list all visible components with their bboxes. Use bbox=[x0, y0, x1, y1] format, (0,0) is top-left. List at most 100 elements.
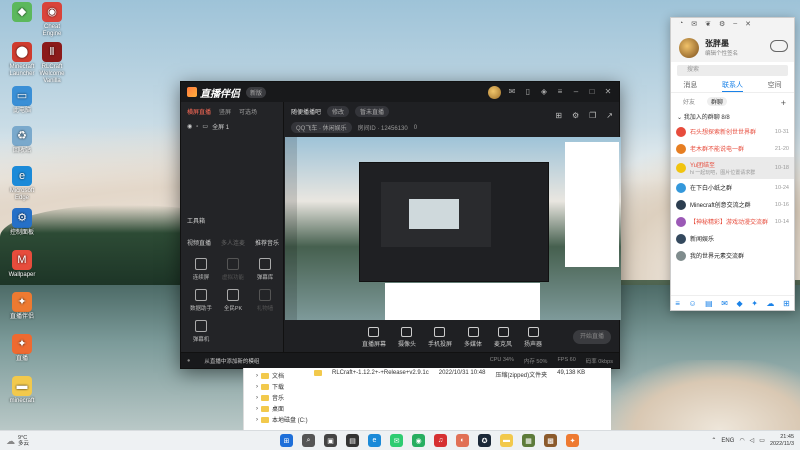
add-icon[interactable]: + bbox=[781, 98, 786, 108]
group-section[interactable]: ⌄ 我加入的群聊 8/8 bbox=[671, 110, 794, 123]
star-icon[interactable]: ✦ bbox=[751, 299, 758, 308]
chevron-right-icon[interactable]: › bbox=[256, 395, 258, 401]
toolbox-tab[interactable]: 多人连麦 bbox=[221, 238, 245, 247]
taskbar-app-icon[interactable]: ✦ bbox=[566, 434, 579, 447]
source-control[interactable]: 手机投屏 bbox=[428, 326, 452, 348]
source-control[interactable]: 扬声器 bbox=[524, 326, 542, 348]
desktop-icon[interactable]: ▬ minecraft bbox=[4, 376, 40, 405]
qq-search-input[interactable]: 搜索 bbox=[677, 65, 788, 76]
group-item[interactable]: 我的世界元素交流群 bbox=[671, 247, 794, 264]
category-select[interactable]: QQ飞车 · 休闲娱乐 bbox=[291, 122, 352, 133]
contacts-icon[interactable]: ☺ bbox=[688, 299, 696, 308]
lang-indicator[interactable]: ENG bbox=[721, 438, 734, 444]
scene-tab[interactable]: 横屏直播 bbox=[187, 107, 211, 116]
stream-preview[interactable] bbox=[285, 137, 621, 320]
taskbar-app-icon[interactable]: ✉ bbox=[390, 434, 403, 447]
qq-panel[interactable]: ◔ ✉ ❦ ⚙ – ✕ 张胖墨 编辑个性签名 搜索 消息 联系人 空间 好友 群聊 +… bbox=[670, 17, 795, 311]
volume-icon[interactable]: ◁ bbox=[750, 437, 755, 444]
desktop-icon[interactable]: ♻ 回收站 bbox=[4, 126, 40, 155]
user-avatar[interactable] bbox=[488, 85, 501, 99]
tool-button[interactable]: 全民PK bbox=[217, 289, 249, 312]
chevron-right-icon[interactable]: › bbox=[256, 406, 258, 412]
desktop-icon[interactable]: e Microsoft Edge bbox=[4, 166, 40, 202]
source-control[interactable]: 多媒体 bbox=[464, 326, 482, 348]
group-item[interactable]: Minecraft创意交流之群 10-16 bbox=[671, 196, 794, 213]
tool-button[interactable]: 数据助手 bbox=[185, 289, 217, 312]
source-control[interactable]: 直播屏幕 bbox=[362, 326, 386, 348]
desktop-icon[interactable]: ✦ 直播伴侣 bbox=[4, 292, 40, 321]
group-item[interactable]: 在下白小纸之群 10-24 bbox=[671, 179, 794, 196]
gift-icon[interactable]: ⊞ bbox=[555, 111, 562, 120]
tool-button[interactable]: 连续屏 bbox=[185, 258, 217, 281]
mail-icon[interactable]: ✉ bbox=[721, 299, 728, 308]
bird-icon[interactable]: ❦ bbox=[705, 20, 711, 28]
source-control[interactable]: 麦克风 bbox=[494, 326, 512, 348]
qq-signature[interactable]: 编辑个性签名 bbox=[705, 49, 738, 57]
taskbar-app-icon[interactable]: ⊞ bbox=[280, 434, 293, 447]
group-item[interactable]: 老木群不能说电一群 21-20 bbox=[671, 140, 794, 157]
qq-tab[interactable]: 消息 bbox=[683, 79, 697, 92]
toolbox-tab[interactable]: 推荐音乐 bbox=[255, 238, 279, 247]
chevron-right-icon[interactable]: › bbox=[256, 384, 258, 390]
tool-button[interactable]: 弹幕机 bbox=[185, 320, 217, 343]
phone-icon[interactable]: ▯ bbox=[523, 87, 533, 97]
desktop-icon[interactable]: ✦ 直播 bbox=[4, 334, 40, 363]
cloud-icon[interactable] bbox=[770, 40, 788, 52]
chevron-right-icon[interactable]: › bbox=[256, 417, 258, 423]
close-icon[interactable]: ✕ bbox=[745, 20, 751, 28]
weather-widget[interactable]: ☁ 9°C 多云 bbox=[6, 435, 29, 447]
taskbar-app-icon[interactable]: ▬ bbox=[500, 434, 513, 447]
explorer-nav-item[interactable]: › 音乐 bbox=[256, 392, 316, 403]
qq-tab[interactable]: 空间 bbox=[768, 79, 782, 92]
file-explorer-window[interactable]: › 文档 › 下载 › 音乐 › 桌面 › 本地磁盘 (C:) RLCraft+-1.12.2+-… bbox=[243, 368, 611, 430]
explorer-nav-item[interactable]: › 本地磁盘 (C:) bbox=[256, 414, 316, 425]
tool-button[interactable]: 礼物墙 bbox=[249, 289, 281, 312]
taskbar-app-icon[interactable]: ⌕ bbox=[302, 434, 315, 447]
chevron-right-icon[interactable]: › bbox=[256, 373, 258, 379]
bell-icon[interactable]: ◔ bbox=[679, 20, 683, 28]
tool-button[interactable]: 虚拟功能 bbox=[217, 258, 249, 281]
desktop-icon[interactable]: Ⅱ RLCraft Welcome Vanilla bbox=[34, 42, 70, 85]
taskbar-app-icon[interactable]: ◉ bbox=[412, 434, 425, 447]
game-icon[interactable]: ◆ bbox=[737, 299, 743, 308]
taskbar-app-icon[interactable]: ✪ bbox=[478, 434, 491, 447]
scene-row[interactable]: ◉ ▫ ▭ 全屏 1 bbox=[181, 119, 283, 134]
share-icon[interactable]: ↗ bbox=[606, 111, 613, 120]
wifi-icon[interactable]: ◠ bbox=[739, 437, 744, 444]
close-icon[interactable]: ✕ bbox=[603, 87, 613, 97]
eye-icon[interactable]: ◉ bbox=[187, 123, 192, 130]
clock[interactable]: 21:45 2022/11/3 bbox=[770, 434, 794, 448]
cloud-icon[interactable]: ☁ bbox=[766, 299, 774, 308]
taskbar-app-icon[interactable]: ♫ bbox=[434, 434, 447, 447]
scene-tab[interactable]: 竖屏 bbox=[219, 107, 231, 116]
status-notice[interactable]: 从直播中添加新的模组 bbox=[204, 357, 259, 365]
explorer-nav-item[interactable]: › 文档 bbox=[256, 370, 316, 381]
layers-icon[interactable]: ❐ bbox=[589, 111, 596, 120]
qq-avatar[interactable] bbox=[679, 38, 699, 58]
taskbar-app-icon[interactable]: ▤ bbox=[346, 434, 359, 447]
chevron-up-icon[interactable]: ⌃ bbox=[711, 437, 716, 444]
menu-icon[interactable]: ≡ bbox=[675, 299, 680, 308]
mail-icon[interactable]: ✉ bbox=[691, 20, 697, 28]
group-item[interactable]: 【神秘精彩】游戏动漫交流群 10-14 bbox=[671, 213, 794, 230]
message-icon[interactable]: ✉ bbox=[507, 87, 517, 97]
version-badge[interactable]: 新版 bbox=[246, 86, 267, 98]
taskbar-app-icon[interactable]: ▩ bbox=[544, 434, 557, 447]
qq-subtab[interactable]: 好友 bbox=[683, 97, 695, 106]
group-item[interactable]: Yu团结至 hi 一起玩吧，图片位置请求群 10-18 bbox=[671, 157, 794, 179]
group-item[interactable]: 新闻娱乐 bbox=[671, 230, 794, 247]
settings-icon[interactable]: ⚙ bbox=[572, 111, 579, 120]
desktop-icon[interactable]: M Wallpaper bbox=[4, 250, 40, 279]
explorer-nav-item[interactable]: › 桌面 bbox=[256, 403, 316, 414]
desktop-icon[interactable]: ⚙ 控制面板 bbox=[4, 208, 40, 237]
explorer-nav-item[interactable]: › 下载 bbox=[256, 381, 316, 392]
battery-icon[interactable]: ▭ bbox=[759, 437, 765, 444]
file-icon[interactable]: ▤ bbox=[705, 299, 713, 308]
stream-companion-window[interactable]: 直播伴侣 新版 ✉ ▯ ◈ ≡ – □ ✕ 横屏直播 竖屏 可选场 ◉ ▫ ▭ 全屏… bbox=[180, 81, 621, 369]
taskbar-app-icon[interactable]: ▦ bbox=[522, 434, 535, 447]
group-item[interactable]: 石头想探索新创世世界群 10-31 bbox=[671, 123, 794, 140]
apps-icon[interactable]: ⊞ bbox=[783, 299, 790, 308]
qq-subtab[interactable]: 群聊 bbox=[707, 97, 728, 106]
gear-icon[interactable]: ⚙ bbox=[719, 20, 725, 28]
scene-tab[interactable]: 可选场 bbox=[239, 107, 257, 116]
